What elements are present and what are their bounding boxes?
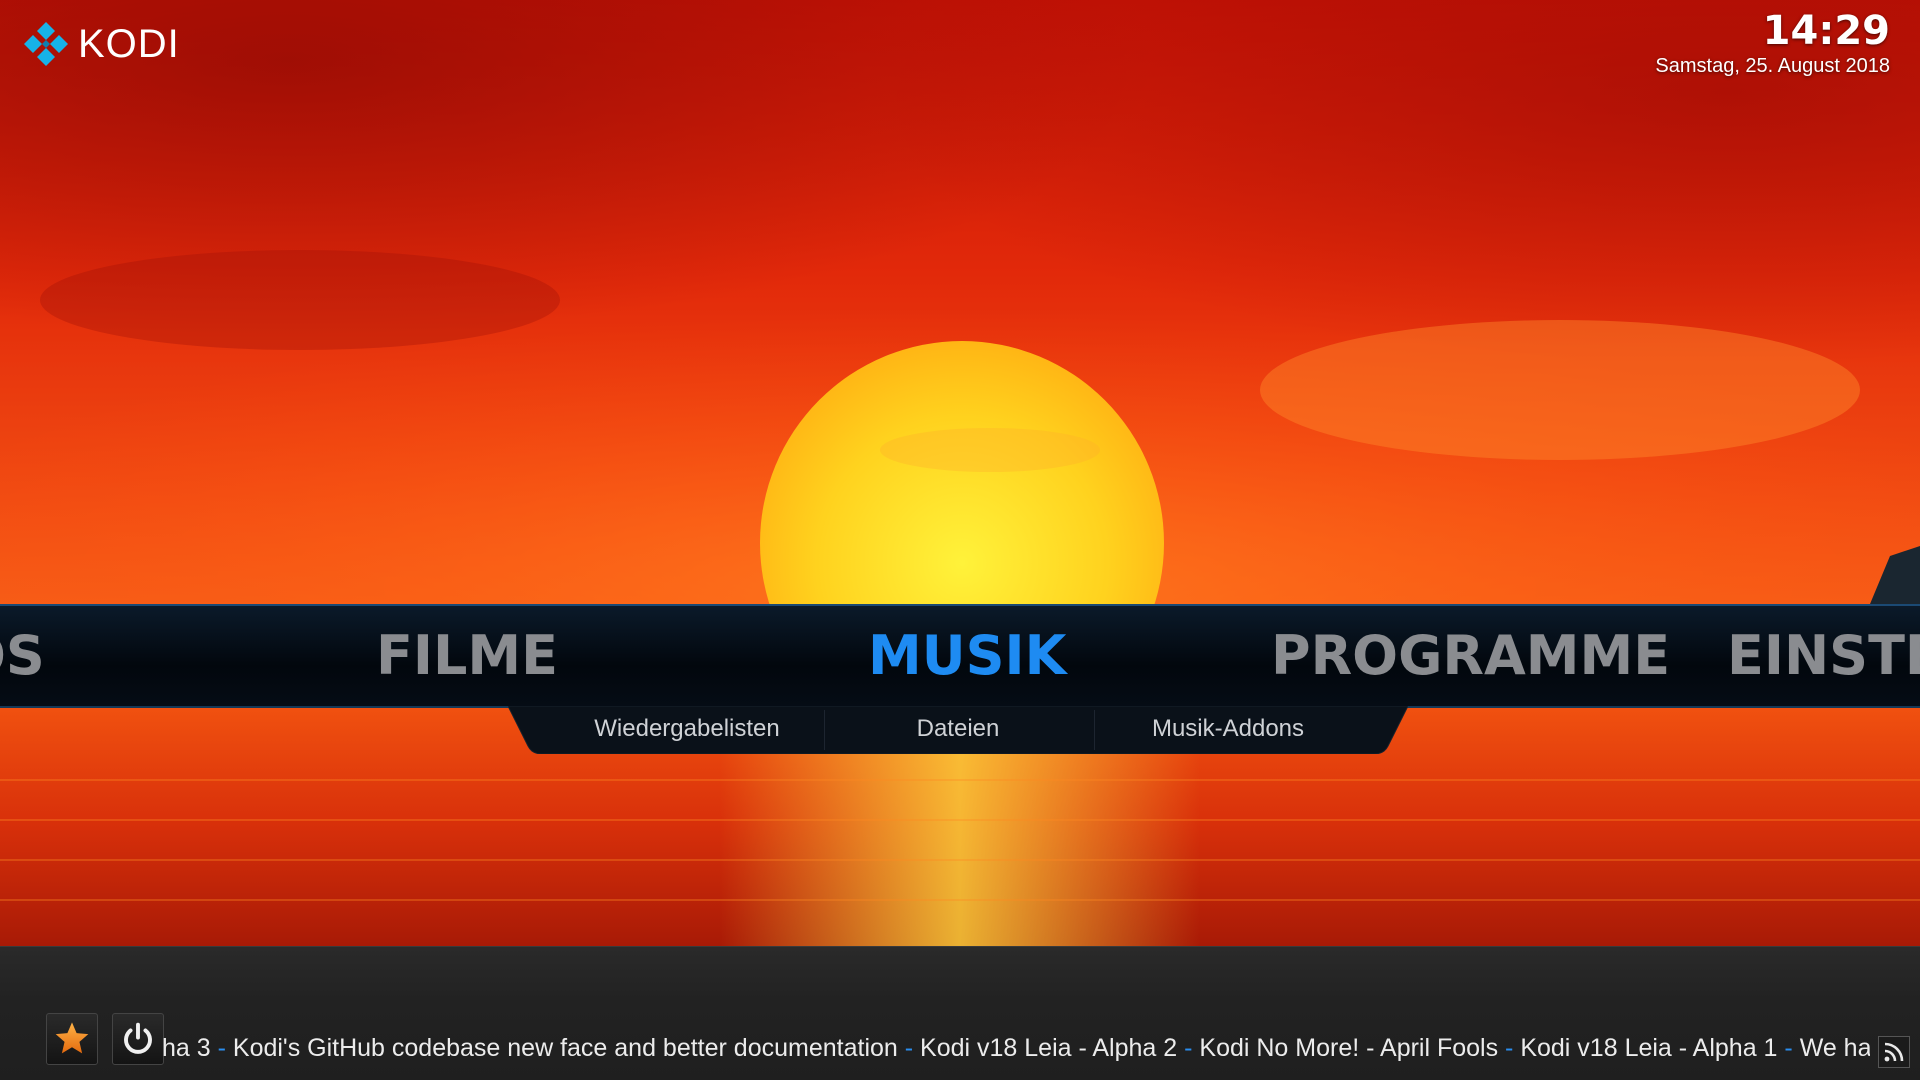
- logo-text: KODI: [78, 21, 180, 66]
- star-icon: [55, 1022, 89, 1054]
- clock-date: Samstag, 25. August 2018: [1655, 55, 1890, 77]
- ticker-item: We have: [1799, 1034, 1870, 1062]
- menu-item-musik[interactable]: MUSIK: [868, 606, 1066, 706]
- rss-button[interactable]: [1878, 1036, 1910, 1068]
- kodi-logo-icon: [24, 22, 68, 66]
- ticker-separator: -: [897, 1034, 921, 1062]
- menu-item-einstellungen[interactable]: EINSTE: [1727, 606, 1920, 706]
- menu-item-filme[interactable]: FILME: [376, 606, 558, 706]
- clock-widget: 14:29 Samstag, 25. August 2018: [1655, 8, 1890, 78]
- ticker-separator: -: [1177, 1034, 1200, 1062]
- rss-ticker[interactable]: ha 3 - Kodi's GitHub codebase new face a…: [162, 1030, 1870, 1066]
- submenu-item-wiedergabelisten[interactable]: Wiedergabelisten: [553, 706, 821, 752]
- ticker-separator: -: [1777, 1034, 1800, 1062]
- ticker-item: ha 3: [162, 1034, 211, 1062]
- clock-time: 14:29: [1762, 8, 1890, 54]
- submenu-item-musik-addons[interactable]: Musik-Addons: [1094, 706, 1362, 752]
- ticker-item: Kodi v18 Leia - Alpha 1: [1520, 1034, 1778, 1062]
- ticker-item: Kodi v18 Leia - Alpha 2: [920, 1034, 1178, 1062]
- ticker-separator: -: [210, 1034, 233, 1062]
- main-menu-bar: OS FILME MUSIK PROGRAMME EINSTE: [0, 604, 1920, 708]
- power-icon: [124, 1022, 152, 1054]
- menu-item-programme[interactable]: PROGRAMME: [1271, 606, 1670, 706]
- ticker-item: Kodi's GitHub codebase new face and bett…: [232, 1034, 898, 1062]
- favourites-button[interactable]: [46, 1013, 98, 1065]
- submenu-item-dateien[interactable]: Dateien: [824, 706, 1092, 752]
- sub-menu: Wiedergabelisten Dateien Musik-Addons: [508, 706, 1408, 754]
- ticker-item: Kodi No More! - April Fools: [1199, 1034, 1499, 1062]
- ticker-separator: -: [1498, 1034, 1521, 1062]
- kodi-logo: KODI: [22, 18, 180, 70]
- power-button[interactable]: [112, 1013, 164, 1065]
- menu-item-videos[interactable]: OS: [0, 606, 45, 706]
- rss-icon: [1884, 1042, 1904, 1062]
- sunset-wallpaper: [0, 0, 1920, 946]
